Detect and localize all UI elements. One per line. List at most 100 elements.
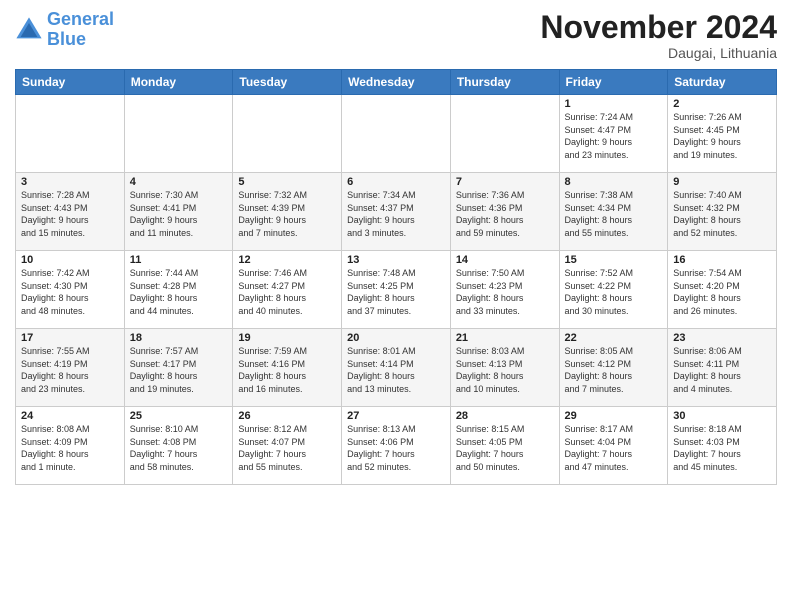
calendar-cell-30: 30Sunrise: 8:18 AM Sunset: 4:03 PM Dayli… [668,407,777,485]
day-info: Sunrise: 7:26 AM Sunset: 4:45 PM Dayligh… [673,111,771,161]
day-info: Sunrise: 7:46 AM Sunset: 4:27 PM Dayligh… [238,267,336,317]
day-number: 9 [673,176,771,188]
calendar-cell-10: 10Sunrise: 7:42 AM Sunset: 4:30 PM Dayli… [16,251,125,329]
day-info: Sunrise: 8:01 AM Sunset: 4:14 PM Dayligh… [347,345,445,395]
day-info: Sunrise: 8:10 AM Sunset: 4:08 PM Dayligh… [130,423,228,473]
calendar-header-row: SundayMondayTuesdayWednesdayThursdayFrid… [16,70,777,95]
day-number: 23 [673,332,771,344]
day-info: Sunrise: 7:59 AM Sunset: 4:16 PM Dayligh… [238,345,336,395]
calendar-cell-empty [342,95,451,173]
day-info: Sunrise: 7:50 AM Sunset: 4:23 PM Dayligh… [456,267,554,317]
month-title: November 2024 [540,10,777,45]
day-number: 27 [347,410,445,422]
day-number: 20 [347,332,445,344]
logo-text: General Blue [47,10,114,50]
day-number: 22 [565,332,663,344]
day-number: 5 [238,176,336,188]
calendar-cell-empty [233,95,342,173]
day-info: Sunrise: 7:57 AM Sunset: 4:17 PM Dayligh… [130,345,228,395]
logo-general: General [47,9,114,29]
calendar-cell-19: 19Sunrise: 7:59 AM Sunset: 4:16 PM Dayli… [233,329,342,407]
day-number: 28 [456,410,554,422]
day-number: 6 [347,176,445,188]
calendar-cell-26: 26Sunrise: 8:12 AM Sunset: 4:07 PM Dayli… [233,407,342,485]
calendar-week-3: 17Sunrise: 7:55 AM Sunset: 4:19 PM Dayli… [16,329,777,407]
day-info: Sunrise: 8:17 AM Sunset: 4:04 PM Dayligh… [565,423,663,473]
day-number: 1 [565,98,663,110]
page: General Blue November 2024 Daugai, Lithu… [0,0,792,612]
calendar: SundayMondayTuesdayWednesdayThursdayFrid… [15,69,777,485]
day-info: Sunrise: 8:13 AM Sunset: 4:06 PM Dayligh… [347,423,445,473]
day-number: 2 [673,98,771,110]
calendar-cell-12: 12Sunrise: 7:46 AM Sunset: 4:27 PM Dayli… [233,251,342,329]
day-number: 26 [238,410,336,422]
weekday-header-thursday: Thursday [450,70,559,95]
day-info: Sunrise: 7:54 AM Sunset: 4:20 PM Dayligh… [673,267,771,317]
day-info: Sunrise: 7:36 AM Sunset: 4:36 PM Dayligh… [456,189,554,239]
calendar-week-0: 1Sunrise: 7:24 AM Sunset: 4:47 PM Daylig… [16,95,777,173]
day-info: Sunrise: 7:42 AM Sunset: 4:30 PM Dayligh… [21,267,119,317]
calendar-cell-15: 15Sunrise: 7:52 AM Sunset: 4:22 PM Dayli… [559,251,668,329]
calendar-cell-29: 29Sunrise: 8:17 AM Sunset: 4:04 PM Dayli… [559,407,668,485]
day-info: Sunrise: 7:38 AM Sunset: 4:34 PM Dayligh… [565,189,663,239]
weekday-header-wednesday: Wednesday [342,70,451,95]
day-number: 16 [673,254,771,266]
weekday-header-monday: Monday [124,70,233,95]
day-number: 30 [673,410,771,422]
weekday-header-tuesday: Tuesday [233,70,342,95]
calendar-week-2: 10Sunrise: 7:42 AM Sunset: 4:30 PM Dayli… [16,251,777,329]
day-number: 12 [238,254,336,266]
day-info: Sunrise: 7:52 AM Sunset: 4:22 PM Dayligh… [565,267,663,317]
day-number: 25 [130,410,228,422]
calendar-cell-21: 21Sunrise: 8:03 AM Sunset: 4:13 PM Dayli… [450,329,559,407]
calendar-cell-empty [124,95,233,173]
day-info: Sunrise: 7:55 AM Sunset: 4:19 PM Dayligh… [21,345,119,395]
calendar-cell-empty [450,95,559,173]
calendar-cell-28: 28Sunrise: 8:15 AM Sunset: 4:05 PM Dayli… [450,407,559,485]
calendar-cell-27: 27Sunrise: 8:13 AM Sunset: 4:06 PM Dayli… [342,407,451,485]
weekday-header-saturday: Saturday [668,70,777,95]
day-info: Sunrise: 7:30 AM Sunset: 4:41 PM Dayligh… [130,189,228,239]
logo-icon [15,16,43,44]
calendar-cell-9: 9Sunrise: 7:40 AM Sunset: 4:32 PM Daylig… [668,173,777,251]
title-block: November 2024 Daugai, Lithuania [540,10,777,61]
calendar-cell-18: 18Sunrise: 7:57 AM Sunset: 4:17 PM Dayli… [124,329,233,407]
day-info: Sunrise: 8:15 AM Sunset: 4:05 PM Dayligh… [456,423,554,473]
day-info: Sunrise: 7:34 AM Sunset: 4:37 PM Dayligh… [347,189,445,239]
calendar-cell-13: 13Sunrise: 7:48 AM Sunset: 4:25 PM Dayli… [342,251,451,329]
day-number: 3 [21,176,119,188]
logo-blue: Blue [47,29,86,49]
calendar-cell-22: 22Sunrise: 8:05 AM Sunset: 4:12 PM Dayli… [559,329,668,407]
day-info: Sunrise: 7:24 AM Sunset: 4:47 PM Dayligh… [565,111,663,161]
day-info: Sunrise: 7:28 AM Sunset: 4:43 PM Dayligh… [21,189,119,239]
calendar-cell-14: 14Sunrise: 7:50 AM Sunset: 4:23 PM Dayli… [450,251,559,329]
calendar-cell-24: 24Sunrise: 8:08 AM Sunset: 4:09 PM Dayli… [16,407,125,485]
calendar-cell-5: 5Sunrise: 7:32 AM Sunset: 4:39 PM Daylig… [233,173,342,251]
day-number: 17 [21,332,119,344]
day-number: 21 [456,332,554,344]
calendar-cell-1: 1Sunrise: 7:24 AM Sunset: 4:47 PM Daylig… [559,95,668,173]
day-number: 14 [456,254,554,266]
day-number: 4 [130,176,228,188]
day-info: Sunrise: 7:48 AM Sunset: 4:25 PM Dayligh… [347,267,445,317]
day-number: 7 [456,176,554,188]
calendar-cell-25: 25Sunrise: 8:10 AM Sunset: 4:08 PM Dayli… [124,407,233,485]
weekday-header-friday: Friday [559,70,668,95]
day-number: 29 [565,410,663,422]
calendar-week-1: 3Sunrise: 7:28 AM Sunset: 4:43 PM Daylig… [16,173,777,251]
calendar-cell-2: 2Sunrise: 7:26 AM Sunset: 4:45 PM Daylig… [668,95,777,173]
calendar-cell-17: 17Sunrise: 7:55 AM Sunset: 4:19 PM Dayli… [16,329,125,407]
calendar-cell-8: 8Sunrise: 7:38 AM Sunset: 4:34 PM Daylig… [559,173,668,251]
day-number: 19 [238,332,336,344]
day-number: 8 [565,176,663,188]
day-number: 24 [21,410,119,422]
day-info: Sunrise: 8:03 AM Sunset: 4:13 PM Dayligh… [456,345,554,395]
calendar-cell-20: 20Sunrise: 8:01 AM Sunset: 4:14 PM Dayli… [342,329,451,407]
day-info: Sunrise: 8:12 AM Sunset: 4:07 PM Dayligh… [238,423,336,473]
day-number: 15 [565,254,663,266]
day-info: Sunrise: 7:44 AM Sunset: 4:28 PM Dayligh… [130,267,228,317]
day-info: Sunrise: 7:32 AM Sunset: 4:39 PM Dayligh… [238,189,336,239]
day-info: Sunrise: 7:40 AM Sunset: 4:32 PM Dayligh… [673,189,771,239]
day-number: 10 [21,254,119,266]
day-info: Sunrise: 8:05 AM Sunset: 4:12 PM Dayligh… [565,345,663,395]
